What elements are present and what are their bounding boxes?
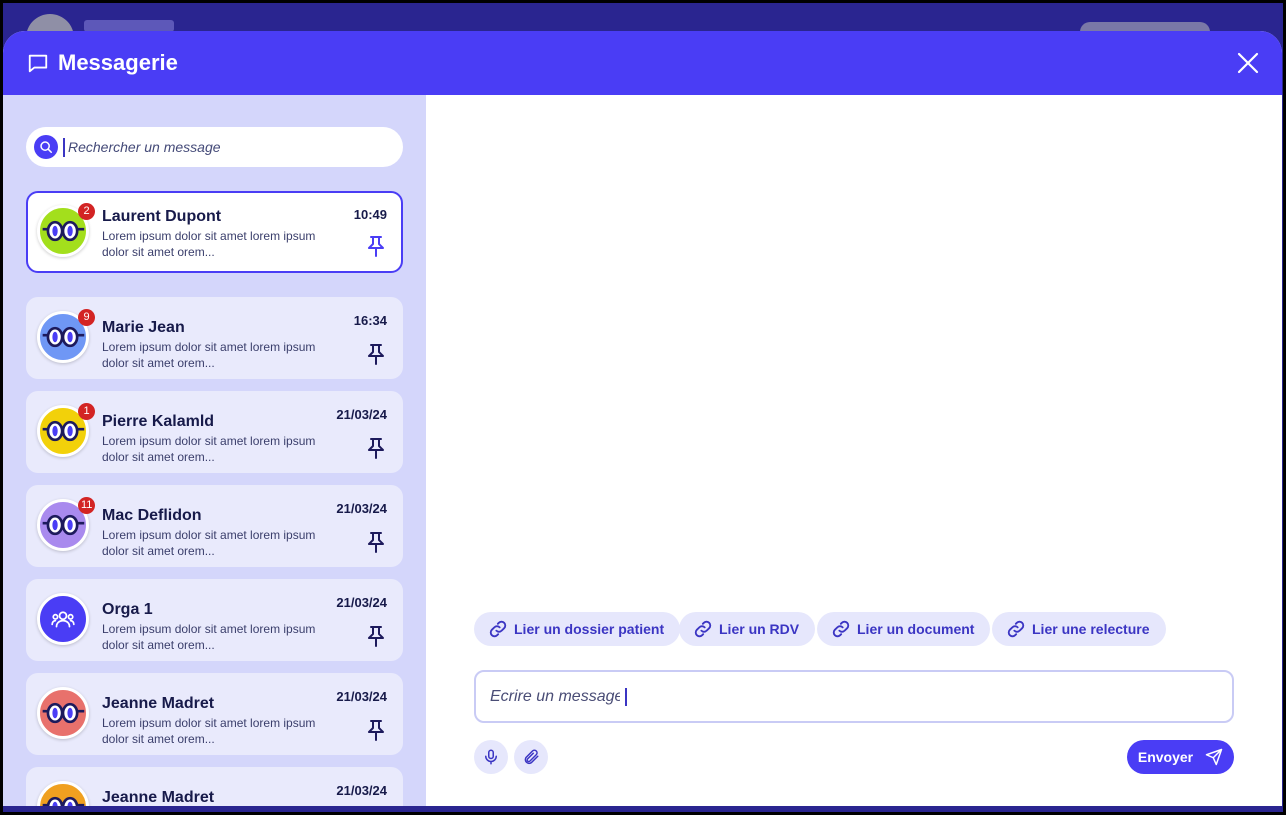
conversation-time: 21/03/24 [336,595,387,610]
pin-icon[interactable] [367,437,385,459]
paperclip-icon [524,749,539,765]
unread-badge: 1 [78,403,95,420]
unread-badge: 2 [78,203,95,220]
close-icon[interactable] [1236,51,1260,75]
conversation-preview: Lorem ipsum dolor sit amet lorem ipsum d… [102,622,316,652]
conversation-item[interactable]: Jeanne Madret Lorem ipsum dolor sit amet … [26,673,403,755]
conversation-preview: Lorem ipsum dolor sit amet lorem ipsum d… [102,434,316,464]
pin-icon[interactable] [367,531,385,553]
send-icon [1205,748,1223,766]
conversation-item[interactable]: Jeanne MadretLorem ipsum dolor sit amet … [26,767,403,806]
microphone-icon [485,749,497,765]
search-icon [40,141,53,154]
chat-bubble-icon [28,54,48,73]
conversation-time: 21/03/24 [336,501,387,516]
unread-badge: 9 [78,309,95,326]
conversation-name: Jeanne Madret [102,695,215,712]
modal-header: Messagerie [3,31,1282,95]
link-chip[interactable]: Lier un dossier patient [474,612,681,646]
link-chip[interactable]: Lier un RDV [679,612,816,646]
avatar [37,687,89,739]
modal-title: Messagerie [58,50,178,75]
pin-icon[interactable] [367,343,385,365]
search-button[interactable] [34,135,58,159]
send-button-label: Envoyer [1137,749,1194,765]
pin-icon[interactable] [367,719,385,741]
conversation-name: Pierre Kalamld [102,413,215,430]
link-chip-label: Lier un dossier patient [514,621,665,637]
conversation-time: 21/03/24 [336,689,387,704]
unread-badge: 11 [78,497,96,514]
conversation-sidebar: 2 Laurent Dupont Lorem ipsum dolor sit ame… [3,95,426,806]
chat-panel: Lier un dossier patient Lier un RDV Lier u… [426,95,1282,806]
link-chip-label: Lier un RDV [719,621,800,637]
conversation-time: 21/03/24 [336,783,387,798]
avatar [37,781,89,806]
pin-icon[interactable] [367,235,385,257]
link-chip[interactable]: Lier un document [817,612,991,646]
search-input[interactable] [68,135,388,159]
group-avatar [37,593,89,645]
conversation-time: 16:34 [353,313,387,328]
link-icon [832,620,850,638]
conversation-preview: Lorem ipsum dolor sit amet lorem ipsum d… [102,340,316,370]
send-button[interactable]: Envoyer [1127,740,1234,774]
microphone-button[interactable] [474,740,508,774]
messaging-modal: Messagerie 2 Laurent Dupont Lorem ipsum do… [3,31,1282,806]
link-chip-label: Lier une relecture [1032,621,1150,637]
attachment-button[interactable] [514,740,548,774]
conversation-item[interactable]: Orga 1 Lorem ipsum dolor sit amet lorem i… [26,579,403,661]
conversation-preview: Lorem ipsum dolor sit amet lorem ipsum d… [102,528,316,558]
conversation-name: Mac Deflidon [102,507,202,524]
message-input[interactable] [490,685,620,709]
conversation-item[interactable]: 2 Laurent Dupont Lorem ipsum dolor sit ame… [26,191,403,273]
link-chip[interactable]: Lier une relecture [992,612,1166,646]
conversation-time: 21/03/24 [336,407,387,422]
link-icon [1007,620,1025,638]
conversation-name: Marie Jean [102,319,185,336]
search-bar [26,127,403,167]
conversation-preview: Lorem ipsum dolor sit amet lorem ipsum d… [102,716,316,746]
conversation-preview: Lorem ipsum dolor sit amet lorem ipsum d… [102,229,316,259]
conversation-time: 10:49 [353,207,387,222]
message-composer [474,670,1234,723]
link-chip-label: Lier un document [857,621,975,637]
conversation-item[interactable]: 9 Marie Jean Lorem ipsum dolor sit amet lo… [26,297,403,379]
link-icon [694,620,712,638]
pin-icon[interactable] [367,625,385,647]
conversation-name: Laurent Dupont [102,208,222,225]
conversation-name: Orga 1 [102,601,153,618]
search-caret [63,138,65,157]
conversation-item[interactable]: 11 Mac Deflidon Lorem ipsum dolor sit amet… [26,485,403,567]
conversation-name: Jeanne Madret [102,789,215,806]
message-caret [625,688,627,706]
link-icon [489,620,507,638]
conversation-item[interactable]: 1 Pierre Kalamld Lorem ipsum dolor sit ame… [26,391,403,473]
